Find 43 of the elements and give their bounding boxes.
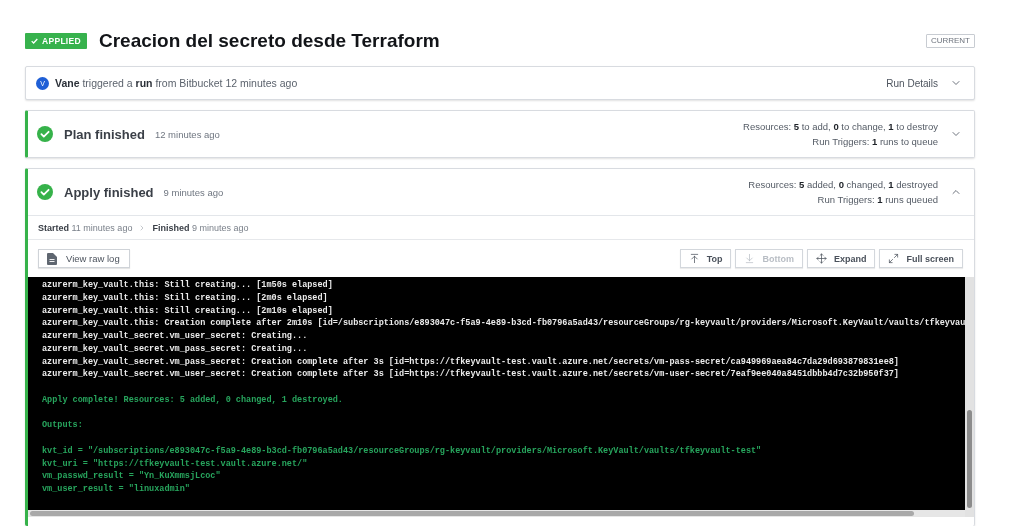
log-line: azurerm_key_vault_secret.vm_pass_secret: Creating... <box>42 342 308 356</box>
document-icon <box>47 252 57 265</box>
phase-summary: Resources: 5 to add, 0 to change, 1 to destroy <box>743 120 938 134</box>
phase-summary: Run Triggers: 1 runs queued <box>817 193 938 207</box>
current-tag: CURRENT <box>925 34 975 48</box>
log-toolbar-button[interactable]: Top <box>679 249 732 268</box>
log-line: azurerm_key_vault_secret.vm_user_secret: Creating... <box>42 330 308 343</box>
phase-summary: Run Triggers: 1 runs to queue <box>812 135 938 149</box>
diagonal-arrows-icon <box>888 253 900 264</box>
log-line: kvt_uri = "https://tfkeyvault-test.vault.azure.net/" <box>42 457 308 471</box>
horizontal-scrollbar[interactable] <box>28 510 965 517</box>
log-toolbar-button[interactable]: Expand <box>806 249 876 268</box>
phase-time: 12 minutes ago <box>154 128 220 140</box>
log-line: Apply complete! Resources: 5 added, 0 changed, 1 destroyed. <box>42 393 343 407</box>
arrow-down-to-line-icon <box>744 253 756 264</box>
arrow-up-to-line-icon <box>688 253 700 264</box>
log-line: vm_passwd_result = "Yn_KuXmmsjLcoc" <box>42 470 221 483</box>
phase-title: Plan finished <box>64 126 145 142</box>
phase-time: 9 minutes ago <box>163 186 224 198</box>
phase-title: Apply finished <box>64 184 154 200</box>
log-line: azurerm_key_vault.this: Still creating... [1m50s elapsed] <box>42 279 333 292</box>
timeline-text: Finished 9 minutes ago <box>152 222 249 233</box>
log-line: azurerm_key_vault.this: Still creating... [2m10s elapsed] <box>42 304 333 318</box>
scrollbar-thumb[interactable] <box>30 511 914 516</box>
log-line: azurerm_key_vault.this: Creation complete after 2m10s [id=/subscriptions/e893047c-f5a9-4e89-b3cd-fb0796a5ad43/resourceGroups/rg-keyvault/providers/Microsoft.KeyVault/vaults/tfkeyvau <box>42 317 965 330</box>
view-raw-log-button[interactable]: View raw log <box>38 249 130 268</box>
trigger-text: Vane triggered a run from Bitbucket 12 minutes ago <box>55 77 298 89</box>
log-line: azurerm_key_vault.this: Still creating... [2m0s elapsed] <box>42 291 328 305</box>
log-line: azurerm_key_vault_secret.vm_user_secret: Creation complete after 3s [id=https://tfkeyvault-test.vault.azure.net/secrets/vm-user-secret/7eaf9ee040a8451dbbb4d7c32b950f37] <box>42 368 899 381</box>
check-icon <box>31 38 38 44</box>
log-line: kvt_id = "/subscriptions/e893047c-f5a9-4e89-b3cd-fb0796a5ad43/resourceGroups/rg-keyvault/providers/Microsoft.KeyVault/vaults/tfkeyvault-test" <box>42 444 762 458</box>
log-line: azurerm_key_vault_secret.vm_pass_secret: Creation complete after 3s [id=https://tfkeyvault-test.vault.azure.net/secrets/vm-pass-secret/ca949969aea84c7da29d693879831ee8] <box>42 355 899 369</box>
log-line: vm_user_result = "linuxadmin" <box>42 483 190 496</box>
status-badge: APPLIED <box>25 33 87 49</box>
run-title: Creacion del secreto desde Terraform <box>98 30 440 52</box>
run-details-toggle[interactable]: Run Details <box>886 77 962 89</box>
four-arrows-icon <box>815 253 827 264</box>
phase-summary: Resources: 5 added, 0 changed, 1 destroyed <box>748 178 938 192</box>
log-line: Outputs: <box>42 419 83 432</box>
log-toolbar-button[interactable]: Full screen <box>879 249 963 268</box>
scrollbar-thumb[interactable] <box>967 410 972 508</box>
vertical-scrollbar[interactable] <box>965 277 974 517</box>
timeline-text: Started 11 minutes ago <box>38 222 133 233</box>
